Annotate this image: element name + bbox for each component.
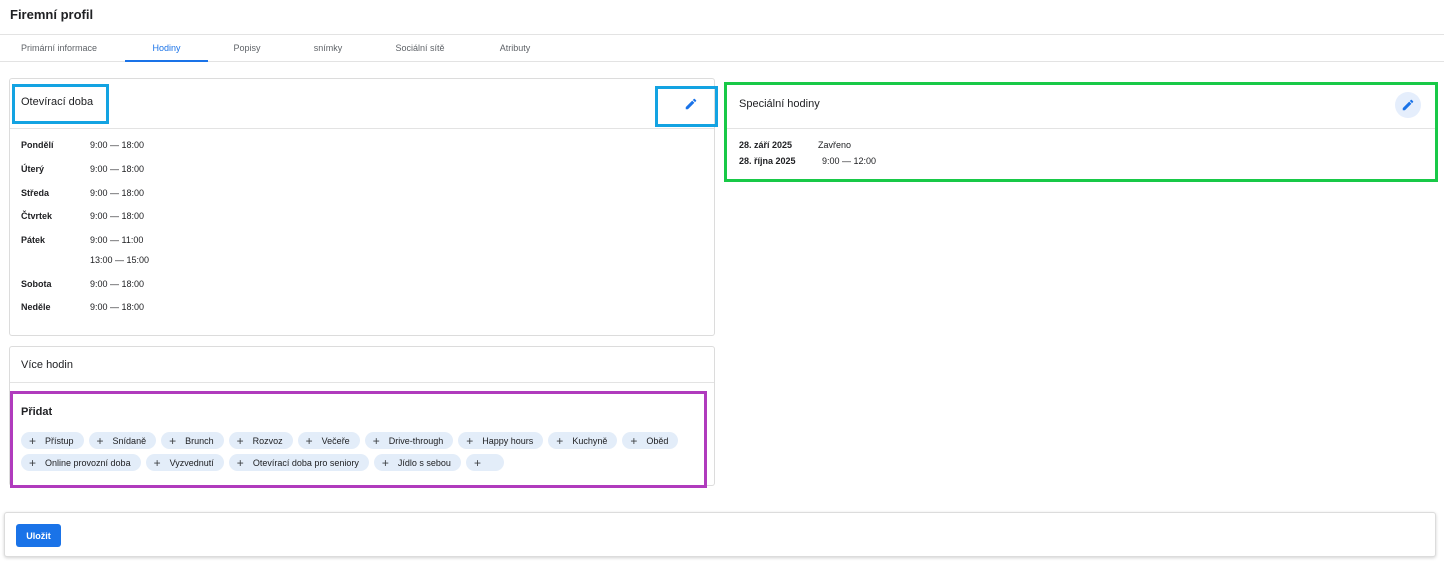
plus-icon: + [305, 433, 313, 448]
tab-descriptions[interactable]: Popisy [214, 35, 280, 62]
chip-label: Jídlo s sebou [397, 457, 451, 468]
special-hours-card: Speciální hodiny 28. září 2025 Zavřeno 28… [726, 82, 1436, 181]
add-more-hours-label: Přidat [21, 406, 53, 418]
opening-hours-card: Otevírací doba Pondělí 9:00 — 18:00 Úter… [9, 78, 715, 336]
time-range: 9:00 — 18:00 [90, 188, 145, 198]
chip-delivery[interactable]: + Rozvoz [228, 432, 293, 449]
time-range: 9:00 — 18:00 [90, 211, 145, 221]
chip-online-hours[interactable]: + Online provozní doba [21, 454, 141, 471]
plus-icon: + [236, 455, 244, 470]
day-label: Čtvrtek [21, 211, 53, 221]
chip-label: Oběd [646, 435, 669, 446]
save-button[interactable]: Uložit [16, 524, 61, 547]
chip-label: Rozvoz [252, 435, 283, 446]
plus-icon: + [29, 433, 37, 448]
chip-breakfast[interactable]: + Snídaně [88, 432, 157, 449]
plus-icon: + [473, 455, 481, 470]
chip-label: Kuchyně [572, 435, 608, 446]
tab-attributes[interactable]: Atributy [480, 35, 550, 62]
special-value: Zavřeno [818, 140, 852, 150]
day-label: Pátek [21, 235, 46, 245]
chip-lunch[interactable]: + Oběd [622, 432, 679, 449]
tab-primary-info[interactable]: Primární informace [0, 35, 118, 62]
plus-icon: + [556, 433, 564, 448]
day-label: Sobota [21, 279, 52, 289]
special-value: 9:00 — 12:00 [822, 156, 877, 166]
chip-label: Brunch [185, 435, 214, 446]
time-range: 9:00 — 11:00 [90, 235, 144, 245]
plus-icon: + [630, 433, 638, 448]
pencil-icon [1402, 99, 1414, 111]
chip-label: Večeře [321, 435, 350, 446]
chip-label: Online provozní doba [45, 457, 131, 468]
chip-access[interactable]: + Přístup [21, 432, 84, 449]
special-hours-row: 28. září 2025 Zavřeno [739, 140, 851, 150]
plus-icon: + [236, 433, 244, 448]
plus-icon: + [466, 433, 474, 448]
chip-drive-through[interactable]: + Drive-through [364, 432, 454, 449]
plus-icon: + [372, 433, 380, 448]
day-label: Úterý [21, 164, 45, 174]
time-range-second: 13:00 — 15:00 [90, 255, 150, 265]
footer-bar: Uložit [4, 512, 1436, 557]
chip-happy-hours[interactable]: + Happy hours [458, 432, 544, 449]
day-label: Pondělí [21, 140, 54, 150]
chip-kitchen[interactable]: + Kuchyně [548, 432, 618, 449]
chip-label: Vyzvednutí [169, 457, 214, 468]
opening-hours-title: Otevírací doba [21, 96, 94, 108]
edit-opening-hours-button[interactable] [679, 92, 703, 116]
special-date: 28. října 2025 [739, 156, 796, 166]
chip-brunch[interactable]: + Brunch [161, 432, 224, 449]
chip-empty[interactable]: + [465, 454, 504, 471]
more-hours-title: Více hodin [21, 359, 73, 371]
plus-icon: + [153, 455, 161, 470]
special-hours-title: Speciální hodiny [739, 98, 820, 110]
opening-hours-header [10, 79, 714, 129]
plus-icon: + [29, 455, 37, 470]
time-range: 9:00 — 18:00 [90, 140, 145, 150]
tab-photos[interactable]: snímky [288, 35, 368, 62]
time-range: 9:00 — 18:00 [90, 164, 145, 174]
chip-pickup[interactable]: + Vyzvednutí [145, 454, 224, 471]
chip-label: Happy hours [482, 435, 534, 446]
chip-takeout[interactable]: + Jídlo s sebou [373, 454, 461, 471]
special-hours-header [727, 83, 1435, 129]
chip-label: Snídaně [112, 435, 147, 446]
more-hours-chip-list: + Přístup + Snídaně + Brunch + Rozvoz + Večeř… [21, 432, 701, 471]
special-hours-row: 28. října 2025 9:00 — 12:00 [739, 156, 876, 166]
chip-dinner[interactable]: + Večeře [297, 432, 360, 449]
plus-icon: + [96, 433, 104, 448]
tab-social[interactable]: Sociální sítě [382, 35, 458, 62]
day-label: Středa [21, 188, 50, 198]
time-range: 9:00 — 18:00 [90, 302, 145, 312]
plus-icon: + [381, 455, 389, 470]
plus-icon: + [169, 433, 177, 448]
chip-label: Otevírací doba pro seniory [252, 457, 359, 468]
chip-label: Drive-through [388, 435, 444, 446]
edit-special-hours-button[interactable] [1395, 92, 1421, 118]
tab-hours[interactable]: Hodiny [125, 35, 208, 62]
tab-bar: Primární informace Hodiny Popisy snímky … [0, 35, 1444, 62]
chip-senior-hours[interactable]: + Otevírací doba pro seniory [228, 454, 369, 471]
page-title: Firemní profil [10, 7, 94, 22]
day-label: Neděle [21, 302, 51, 312]
active-tab-indicator [125, 60, 208, 62]
special-date: 28. září 2025 [739, 140, 793, 150]
pencil-icon [685, 98, 697, 110]
time-range: 9:00 — 18:00 [90, 279, 145, 289]
chip-label: Přístup [45, 435, 74, 446]
more-hours-header [10, 347, 714, 383]
